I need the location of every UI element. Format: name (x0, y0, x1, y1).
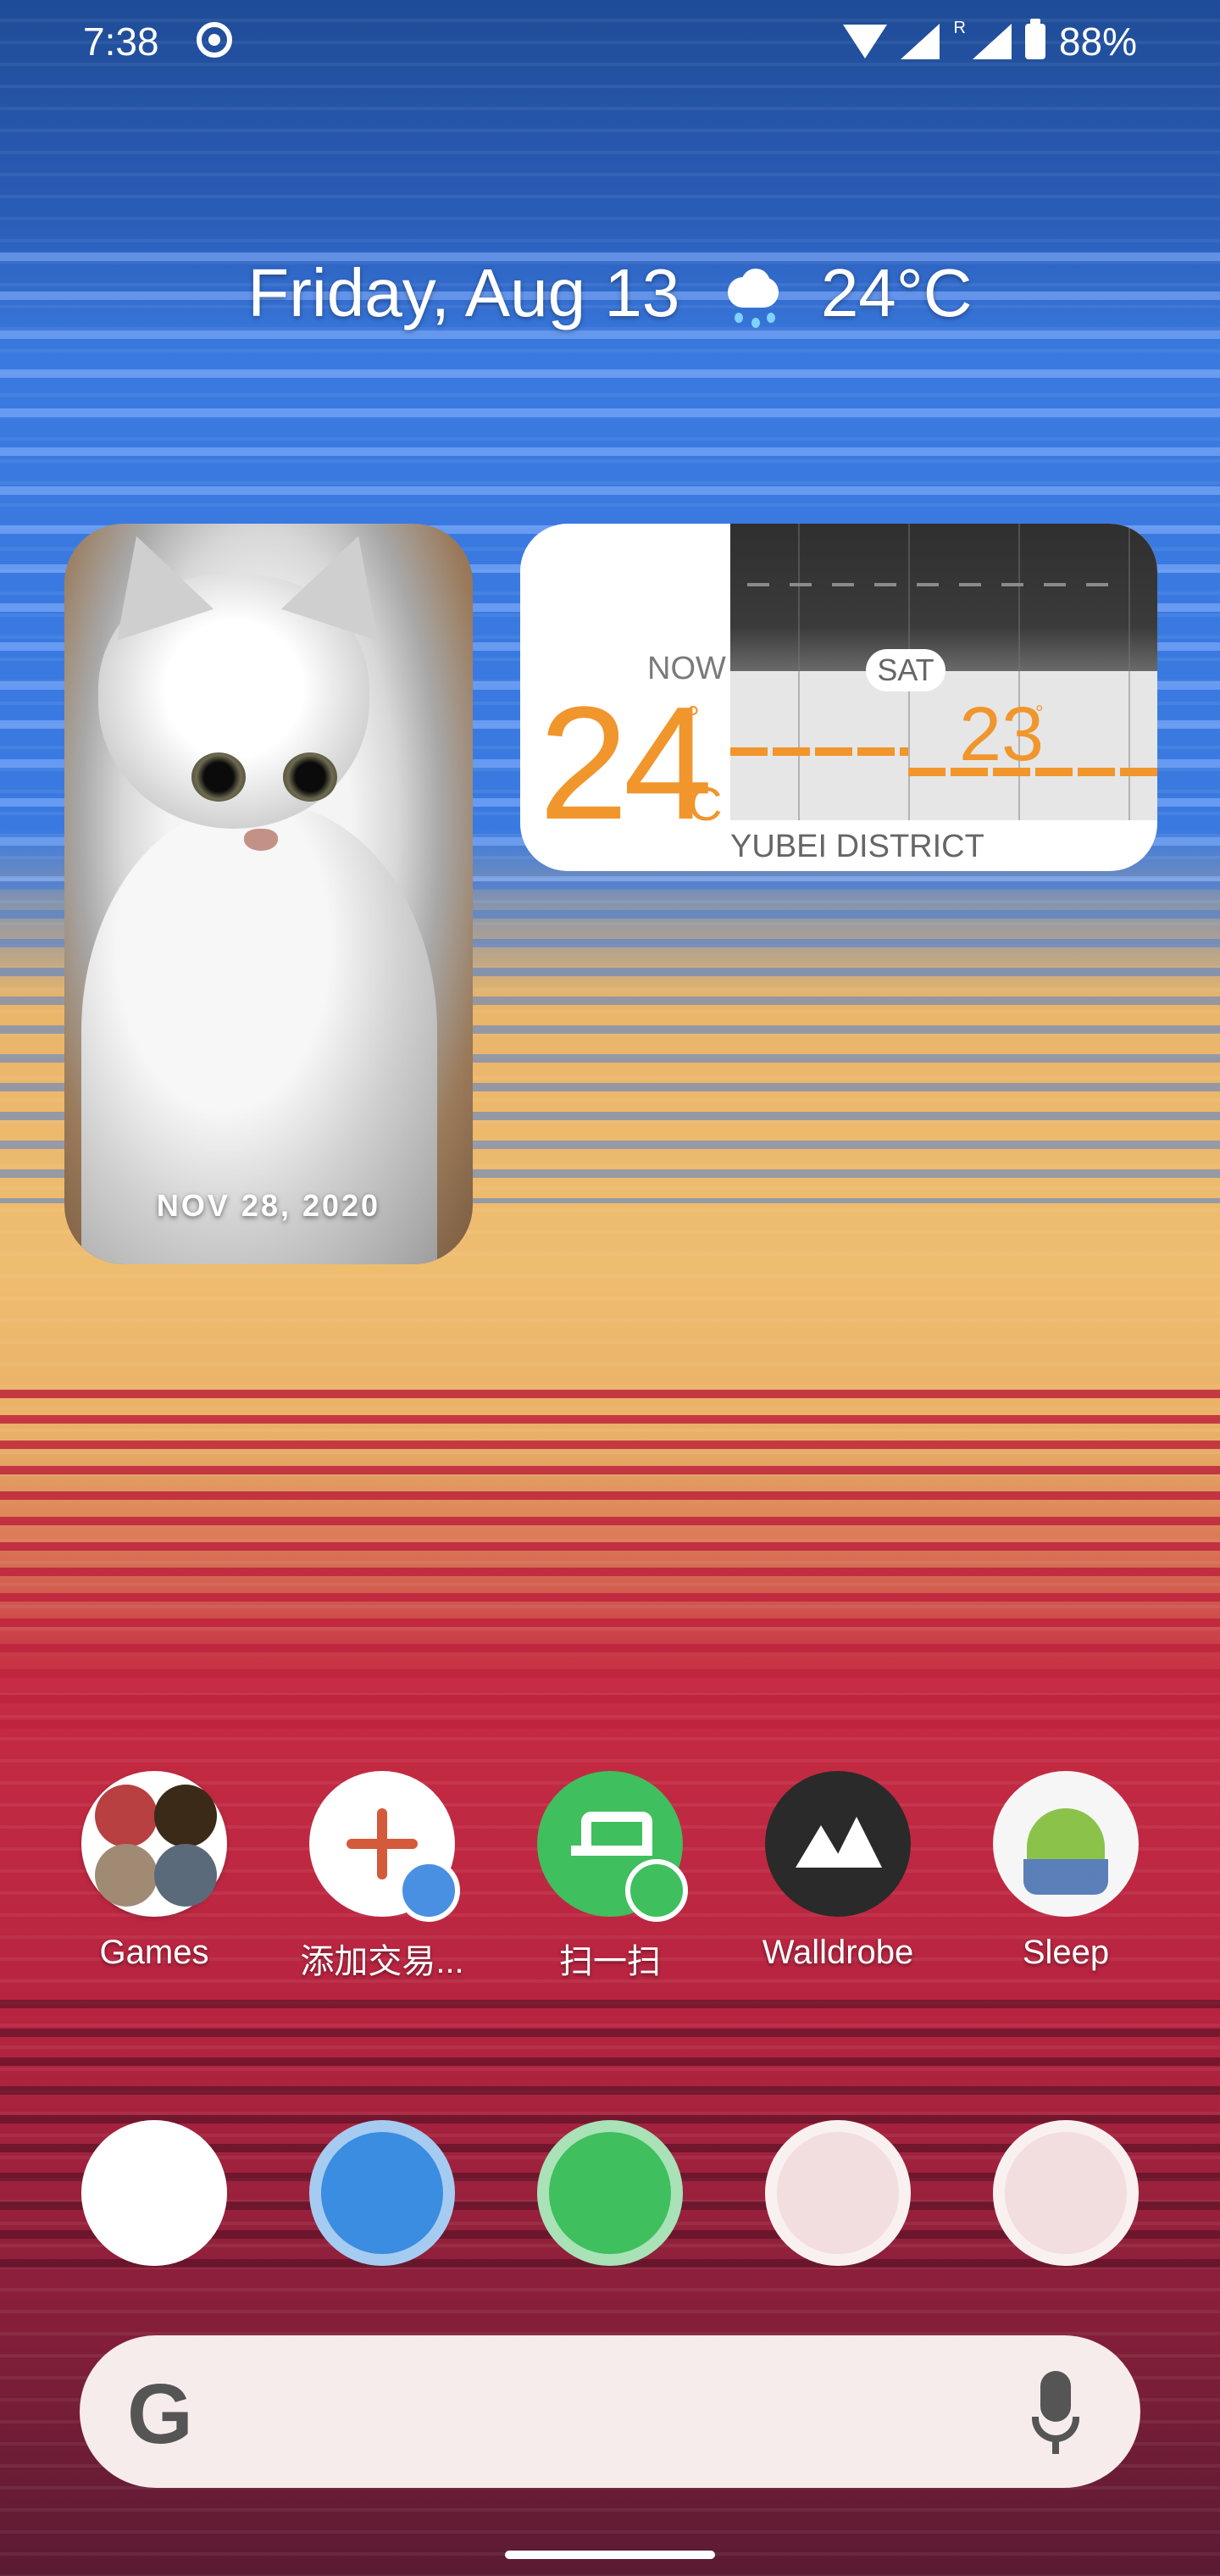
wechat-icon[interactable] (537, 2120, 683, 2266)
forecast-temp: 23 (959, 692, 1045, 777)
phone-icon[interactable] (993, 2120, 1139, 2266)
at-a-glance[interactable]: Friday, Aug 13 24°C (0, 254, 1220, 332)
cat-nose (244, 829, 278, 851)
weather-current-temp: 24 (539, 674, 713, 853)
microphone-icon[interactable] (1040, 2371, 1071, 2422)
forecast-degree-symbol: ° (1035, 702, 1044, 724)
wechat-badge-icon (625, 1859, 688, 1922)
screen-record-icon (197, 22, 232, 58)
photo-date: NOV 28, 2020 (156, 1188, 381, 1223)
rain-cloud-icon (719, 268, 787, 328)
forecast-day-label: SAT (866, 649, 946, 691)
weather-widget[interactable]: NOW 24 ° C SAT 23 ° YUBEI DISTRICT (520, 524, 1157, 871)
status-icons: R 88% (843, 19, 1137, 64)
app-sleep[interactable]: β Sleep (973, 1771, 1159, 1972)
roaming-tag: R (953, 18, 966, 37)
games-folder-icon[interactable] (81, 1771, 227, 1917)
app-label-walldrobe: Walldrobe (762, 1934, 914, 1971)
gesture-navigation-bar[interactable] (505, 2551, 715, 2559)
wallpaper-stripes-red (0, 1390, 1220, 1746)
google-logo[interactable]: G (127, 2366, 193, 2463)
microphone-icon-stem (1052, 2440, 1059, 2454)
wifi-icon (843, 25, 888, 58)
weather-location: YUBEI DISTRICT (730, 829, 984, 864)
telegram-icon[interactable] (309, 2120, 455, 2266)
paper-plane-app-icon[interactable] (81, 2120, 227, 2266)
app-label-sleep: Sleep (1022, 1934, 1110, 1971)
signal-icon-2 (972, 24, 1012, 59)
app-label-games: Games (99, 1934, 209, 1971)
app-label-add-transaction: 添加交易... (300, 1943, 464, 1980)
battery-icon (1024, 19, 1045, 59)
dock-ring (765, 2120, 911, 2266)
photo-widget[interactable]: NOV 28, 2020 (64, 524, 473, 1264)
app-label-scan: 扫一扫 (559, 1943, 661, 1980)
sleep-icon[interactable]: β (993, 1771, 1139, 1917)
weather-forecast-chart: SAT 23 ° (730, 524, 1157, 820)
battery-percent: 88% (1058, 19, 1137, 64)
app-games-folder[interactable]: Games (61, 1771, 247, 1972)
dock-ring (81, 2120, 227, 2266)
add-transaction-icon[interactable] (309, 1771, 460, 1922)
microphone-icon-base (1032, 2417, 1079, 2442)
weather-sky-panel (730, 524, 1157, 671)
signal-icon (901, 24, 940, 59)
app-walldrobe[interactable]: Walldrobe (745, 1771, 931, 1972)
google-search-bar[interactable]: G (80, 2335, 1140, 2488)
app-scan[interactable]: 扫一扫 (517, 1771, 703, 1983)
app-add-transaction[interactable]: 添加交易... (289, 1771, 475, 1983)
walldrobe-icon[interactable] (765, 1771, 911, 1917)
scan-icon[interactable] (537, 1771, 688, 1922)
dock-ring (537, 2120, 683, 2266)
cat-eye-right (283, 752, 337, 802)
forecast-line-now (730, 747, 908, 756)
glance-date[interactable]: Friday, Aug 13 (247, 255, 679, 330)
app-badge-icon (397, 1859, 460, 1922)
play-store-icon[interactable] (765, 2120, 911, 2266)
weather-unit: C (688, 777, 723, 830)
weather-degree-symbol: ° (686, 700, 700, 737)
dock-ring (309, 2120, 455, 2266)
home-screen: 7:38 R 88% Friday, Aug 13 24°C NOV 28, 2… (0, 0, 1220, 2576)
dock-ring (993, 2120, 1139, 2266)
status-time: 7:38 (83, 19, 159, 64)
cat-eye-left (191, 752, 246, 802)
status-bar: 7:38 R 88% (0, 0, 1220, 85)
glance-temp[interactable]: 24°C (821, 255, 973, 330)
